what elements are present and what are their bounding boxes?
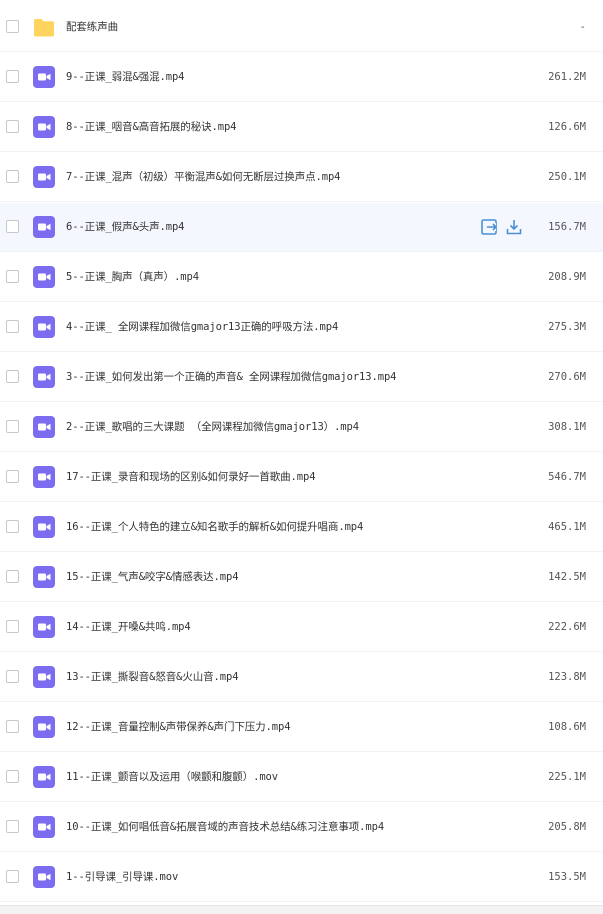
row-checkbox[interactable] (6, 670, 19, 683)
file-row[interactable]: 1--引导课_引导课.mov 153.5M (0, 853, 603, 902)
file-size: 153.5M (548, 871, 586, 883)
row-checkbox[interactable] (6, 420, 19, 433)
video-file-icon (33, 716, 55, 738)
file-row[interactable]: 16--正课_个人特色的建立&知名歌手的解析&如何提升唱商.mp4 465.1M (0, 503, 603, 552)
video-file-icon (33, 366, 55, 388)
file-name[interactable]: 15--正课_气声&咬字&情感表达.mp4 (66, 553, 239, 602)
file-row[interactable]: 4--正课_ 全网课程加微信gmajor13正确的呼吸方法.mp4 275.3M (0, 303, 603, 352)
file-row[interactable]: 7--正课_混声（初级）平衡混声&如何无断层过换声点.mp4 250.1M (0, 153, 603, 202)
video-file-icon (33, 316, 55, 338)
file-size: 308.1M (548, 421, 586, 433)
video-file-icon (33, 416, 55, 438)
video-file-icon (33, 216, 55, 238)
row-checkbox[interactable] (6, 820, 19, 833)
file-size: 208.9M (548, 271, 586, 283)
file-name[interactable]: 6--正课_假声&头声.mp4 (66, 203, 185, 252)
file-row[interactable]: 10--正课_如何唱低音&拓展音域的声音技术总结&练习注意事项.mp4 205.8… (0, 803, 603, 852)
video-file-icon (33, 616, 55, 638)
folder-icon (33, 16, 55, 38)
video-file-icon (33, 666, 55, 688)
row-checkbox[interactable] (6, 370, 19, 383)
video-file-icon (33, 66, 55, 88)
file-size: 108.6M (548, 721, 586, 733)
row-checkbox[interactable] (6, 270, 19, 283)
video-file-icon (33, 766, 55, 788)
file-name[interactable]: 3--正课_如何发出第一个正确的声音& 全网课程加微信gmajor13.mp4 (66, 353, 396, 402)
video-file-icon (33, 816, 55, 838)
file-row[interactable]: 12--正课_音量控制&声带保养&声门下压力.mp4 108.6M (0, 703, 603, 752)
video-file-icon (33, 516, 55, 538)
video-file-icon (33, 266, 55, 288)
row-checkbox[interactable] (6, 320, 19, 333)
file-row[interactable]: 5--正课_胸声（真声）.mp4 208.9M (0, 253, 603, 302)
row-checkbox[interactable] (6, 720, 19, 733)
row-checkbox[interactable] (6, 70, 19, 83)
row-checkbox[interactable] (6, 470, 19, 483)
file-row[interactable]: 14--正课_开嗓&共鸣.mp4 222.6M (0, 603, 603, 652)
row-checkbox[interactable] (6, 570, 19, 583)
video-file-icon (33, 866, 55, 888)
row-checkbox[interactable] (6, 520, 19, 533)
file-row[interactable]: 6--正课_假声&头声.mp4 156.7M (0, 203, 603, 252)
file-name[interactable]: 配套练声曲 (66, 3, 118, 52)
row-checkbox[interactable] (6, 120, 19, 133)
row-checkbox[interactable] (6, 170, 19, 183)
video-file-icon (33, 116, 55, 138)
file-name[interactable]: 11--正课_颤音以及运用（喉颤和腹颤）.mov (66, 753, 278, 802)
file-size: 142.5M (548, 571, 586, 583)
file-name[interactable]: 8--正课_咽音&高音拓展的秘诀.mp4 (66, 103, 237, 152)
file-name[interactable]: 12--正课_音量控制&声带保养&声门下压力.mp4 (66, 703, 291, 752)
file-list: 配套练声曲 - 9--正课_弱混&强混.mp4 261.2M 8--正课_咽音&高音拓展… (0, 0, 603, 914)
file-row[interactable]: 11--正课_颤音以及运用（喉颤和腹颤）.mov 225.1M (0, 753, 603, 802)
file-size: 205.8M (548, 821, 586, 833)
file-size: - (579, 21, 586, 33)
move-to-icon[interactable] (480, 218, 498, 236)
file-name[interactable]: 14--正课_开嗓&共鸣.mp4 (66, 603, 191, 652)
file-name[interactable]: 1--引导课_引导课.mov (66, 853, 178, 902)
file-row[interactable]: 15--正课_气声&咬字&情感表达.mp4 142.5M (0, 553, 603, 602)
file-size: 546.7M (548, 471, 586, 483)
row-checkbox[interactable] (6, 20, 19, 33)
folder-row[interactable]: 配套练声曲 - (0, 3, 603, 52)
file-size: 156.7M (548, 221, 586, 233)
row-checkbox[interactable] (6, 220, 19, 233)
download-icon[interactable] (505, 218, 523, 236)
video-file-icon (33, 566, 55, 588)
video-file-icon (33, 466, 55, 488)
file-size: 270.6M (548, 371, 586, 383)
file-name[interactable]: 17--正课_录音和现场的区别&如何录好一首歌曲.mp4 (66, 453, 316, 502)
file-size: 126.6M (548, 121, 586, 133)
file-name[interactable]: 10--正课_如何唱低音&拓展音域的声音技术总结&练习注意事项.mp4 (66, 803, 384, 852)
file-size: 225.1M (548, 771, 586, 783)
row-checkbox[interactable] (6, 870, 19, 883)
video-file-icon (33, 166, 55, 188)
row-checkbox[interactable] (6, 620, 19, 633)
file-size: 261.2M (548, 71, 586, 83)
file-row[interactable]: 13--正课_撕裂音&怒音&火山音.mp4 123.8M (0, 653, 603, 702)
file-row[interactable]: 2--正课_歌唱的三大课题 （全网课程加微信gmajor13）.mp4 308.1… (0, 403, 603, 452)
file-name[interactable]: 13--正课_撕裂音&怒音&火山音.mp4 (66, 653, 239, 702)
file-row[interactable]: 17--正课_录音和现场的区别&如何录好一首歌曲.mp4 546.7M (0, 453, 603, 502)
file-size: 123.8M (548, 671, 586, 683)
file-name[interactable]: 7--正课_混声（初级）平衡混声&如何无断层过换声点.mp4 (66, 153, 341, 202)
file-name[interactable]: 4--正课_ 全网课程加微信gmajor13正确的呼吸方法.mp4 (66, 303, 338, 352)
file-row[interactable]: 3--正课_如何发出第一个正确的声音& 全网课程加微信gmajor13.mp4 2… (0, 353, 603, 402)
file-size: 222.6M (548, 621, 586, 633)
file-row[interactable]: 8--正课_咽音&高音拓展的秘诀.mp4 126.6M (0, 103, 603, 152)
file-name[interactable]: 5--正课_胸声（真声）.mp4 (66, 253, 199, 302)
file-name[interactable]: 2--正课_歌唱的三大课题 （全网课程加微信gmajor13）.mp4 (66, 403, 359, 452)
file-name[interactable]: 9--正课_弱混&强混.mp4 (66, 53, 185, 102)
file-size: 465.1M (548, 521, 586, 533)
file-size: 250.1M (548, 171, 586, 183)
row-checkbox[interactable] (6, 770, 19, 783)
horizontal-scrollbar[interactable] (0, 905, 603, 914)
file-size: 275.3M (548, 321, 586, 333)
file-row[interactable]: 9--正课_弱混&强混.mp4 261.2M (0, 53, 603, 102)
file-name[interactable]: 16--正课_个人特色的建立&知名歌手的解析&如何提升唱商.mp4 (66, 503, 363, 552)
